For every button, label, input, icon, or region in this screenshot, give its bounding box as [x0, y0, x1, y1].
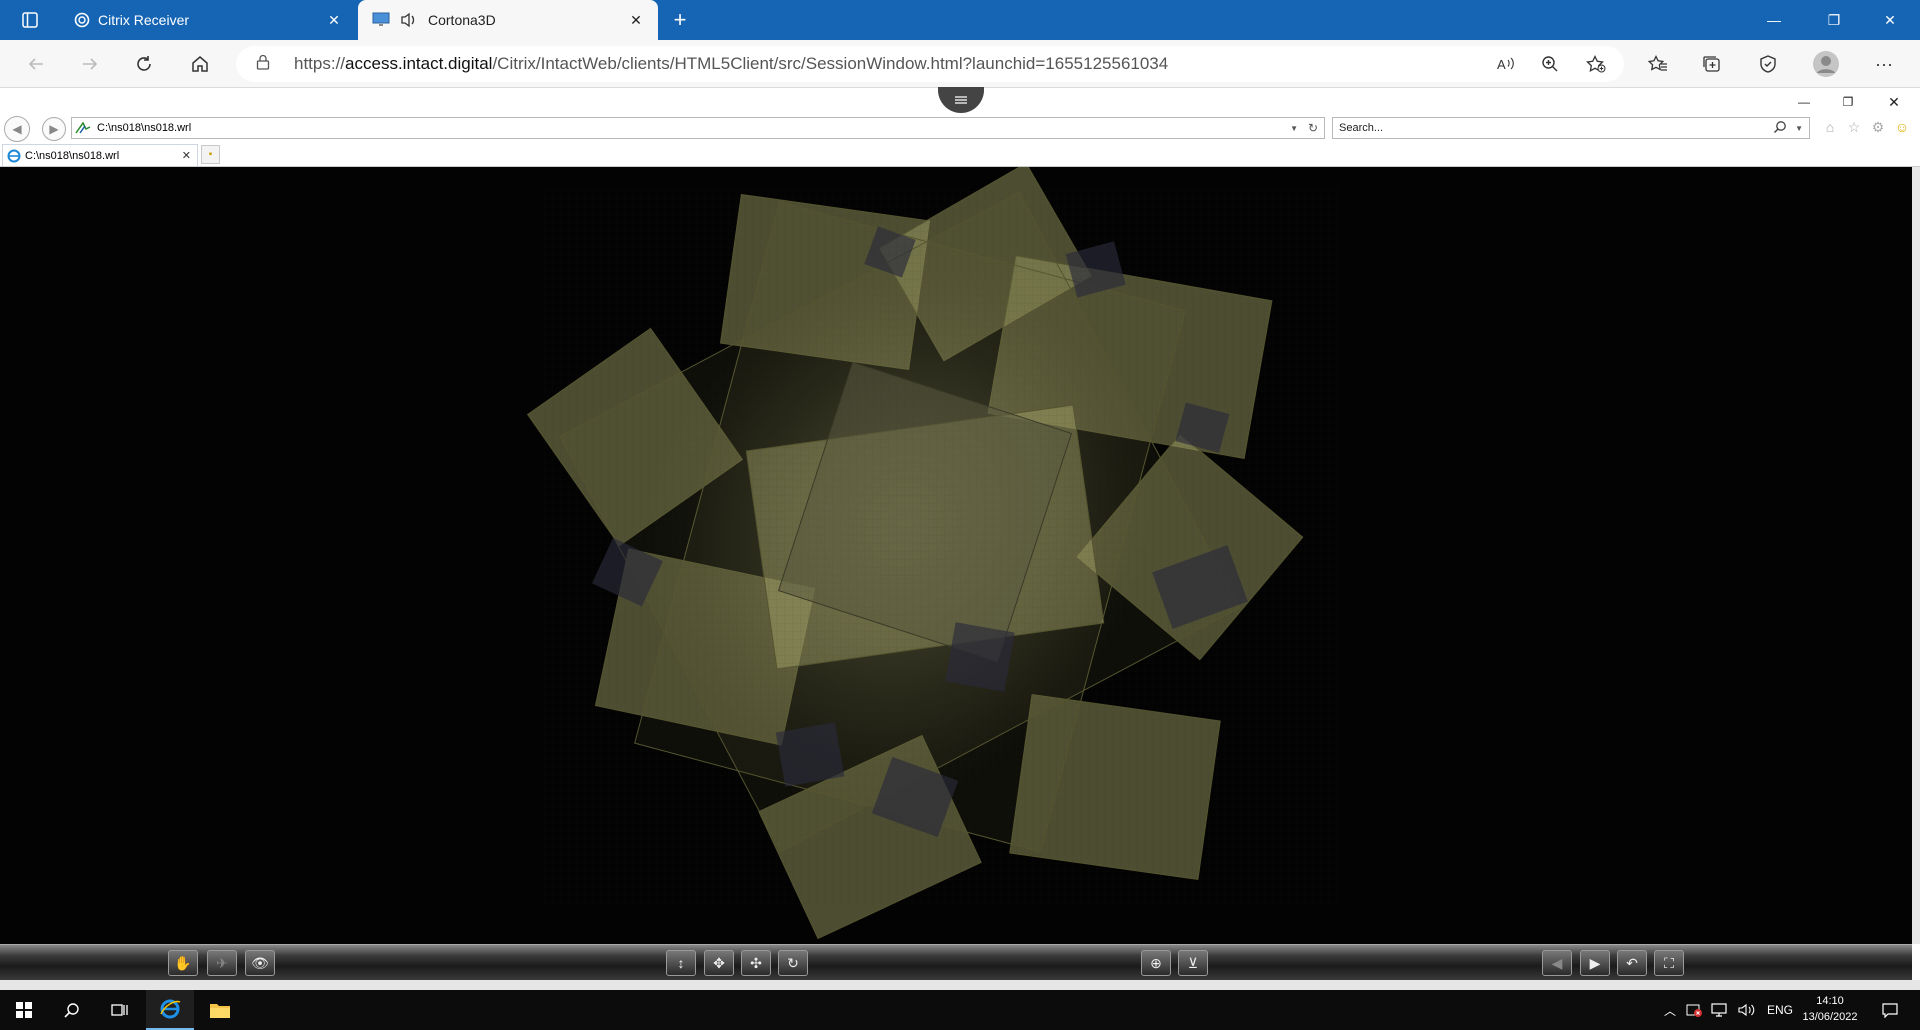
- svg-text:A: A: [1497, 57, 1506, 72]
- ie-new-tab-icon[interactable]: ▪: [201, 145, 220, 164]
- ie-address-text: C:\ns018\ns018.wrl: [97, 122, 192, 134]
- tab-title: Citrix Receiver: [98, 12, 190, 28]
- extension-shield-icon[interactable]: [1750, 48, 1786, 80]
- show-hidden-icons-icon[interactable]: ︿: [1664, 990, 1676, 1030]
- roll-icon[interactable]: ↻: [778, 950, 808, 976]
- vertical-scrollbar[interactable]: [1912, 167, 1920, 944]
- home-icon[interactable]: [182, 48, 218, 80]
- ie-back-icon[interactable]: ◀: [4, 116, 30, 142]
- file-explorer-icon[interactable]: [196, 990, 244, 1030]
- restore-view-icon[interactable]: ↶: [1617, 950, 1647, 976]
- vrml-file-icon: [75, 121, 91, 135]
- ie-address-bar[interactable]: C:\ns018\ns018.wrl ▼ ↻: [71, 117, 1325, 139]
- tab-actions-icon[interactable]: [14, 0, 46, 40]
- network-icon[interactable]: [1710, 990, 1728, 1030]
- ie-minimize-icon[interactable]: —: [1792, 94, 1816, 110]
- volume-icon[interactable]: [1738, 990, 1756, 1030]
- url-scheme: https://: [294, 54, 346, 73]
- next-viewpoint-icon[interactable]: ▶: [1580, 950, 1610, 976]
- ie-search-box[interactable]: Search... ▼: [1332, 117, 1810, 139]
- internet-explorer-icon[interactable]: [146, 990, 194, 1030]
- pan-icon[interactable]: ✥: [704, 950, 734, 976]
- search-dropdown-icon[interactable]: ▼: [1795, 124, 1803, 133]
- search-icon[interactable]: [48, 990, 96, 1030]
- url-text: https://access.intact.digital/Citrix/Int…: [294, 54, 1168, 74]
- clock[interactable]: 14:10 13/06/2022: [1790, 993, 1870, 1029]
- notifications-icon[interactable]: [1882, 990, 1898, 1030]
- close-tab-icon[interactable]: ✕: [626, 10, 646, 30]
- ie-tab-close-icon[interactable]: ✕: [182, 149, 191, 162]
- ie-restore-icon[interactable]: ❐: [1836, 94, 1860, 110]
- minimize-icon[interactable]: —: [1746, 0, 1802, 40]
- ie-refresh-icon[interactable]: ↻: [1308, 121, 1318, 135]
- cortona3d-viewport[interactable]: [0, 167, 1912, 944]
- browser-toolbar: https://access.intact.digital/Citrix/Int…: [0, 40, 1920, 88]
- new-tab-icon[interactable]: +: [664, 0, 696, 40]
- collections-icon[interactable]: [1694, 48, 1730, 80]
- ie-tab-title: C:\ns018\ns018.wrl: [25, 149, 120, 162]
- back-icon[interactable]: [18, 48, 54, 80]
- turn-icon[interactable]: ✣: [741, 950, 771, 976]
- more-options-icon[interactable]: ···: [1866, 48, 1902, 80]
- search-icon[interactable]: [1773, 120, 1787, 137]
- align-icon[interactable]: ⊻: [1178, 950, 1208, 976]
- zoom-icon[interactable]: [1532, 48, 1568, 80]
- security-warning-icon[interactable]: [1686, 990, 1702, 1030]
- ie-settings-icon[interactable]: ⚙: [1869, 118, 1887, 136]
- previous-viewpoint-icon[interactable]: ◀: [1542, 950, 1572, 976]
- goto-icon[interactable]: ⊕: [1141, 950, 1171, 976]
- tab-cortona3d[interactable]: Cortona3D ✕: [358, 0, 658, 40]
- ie-close-icon[interactable]: ✕: [1882, 94, 1906, 110]
- ie-tab-row: [0, 143, 1920, 167]
- ie-forward-icon[interactable]: ▶: [42, 117, 66, 141]
- study-eye-icon[interactable]: 👁: [245, 950, 275, 976]
- address-bar[interactable]: https://access.intact.digital/Citrix/Int…: [236, 46, 1624, 82]
- refresh-icon[interactable]: [126, 48, 162, 80]
- task-view-icon[interactable]: [96, 990, 144, 1030]
- ie-home-icon[interactable]: ⌂: [1821, 118, 1839, 136]
- speaker-icon[interactable]: [400, 12, 418, 28]
- vrml-scene: [526, 167, 1340, 940]
- restore-icon[interactable]: ❐: [1806, 0, 1862, 40]
- windows-taskbar: [0, 990, 1920, 1030]
- close-tab-icon[interactable]: ✕: [324, 10, 344, 30]
- walk-icon[interactable]: ✋: [168, 950, 198, 976]
- ie-favorites-icon[interactable]: ☆: [1845, 118, 1863, 136]
- tab-citrix-receiver[interactable]: Citrix Receiver ✕: [62, 0, 356, 40]
- add-favorite-icon[interactable]: [1578, 48, 1614, 80]
- start-icon[interactable]: [0, 990, 48, 1030]
- dropdown-icon[interactable]: ▼: [1290, 124, 1298, 133]
- clock-time: 14:10: [1816, 995, 1844, 1007]
- tab-title: Cortona3D: [428, 12, 496, 28]
- ie-tab[interactable]: C:\ns018\ns018.wrl ✕: [2, 144, 198, 166]
- favorites-icon[interactable]: [1640, 48, 1676, 80]
- url-path: /Citrix/IntactWeb/clients/HTML5Client/sr…: [492, 54, 1169, 73]
- url-host: access.intact.digital: [345, 54, 493, 73]
- close-window-icon[interactable]: ✕: [1862, 0, 1918, 40]
- ie-search-placeholder: Search...: [1339, 122, 1384, 134]
- forward-icon[interactable]: [72, 48, 108, 80]
- ie-logo-icon: [7, 149, 21, 163]
- profile-avatar[interactable]: [1808, 48, 1844, 80]
- fit-view-icon[interactable]: ⛶: [1654, 950, 1684, 976]
- read-aloud-icon[interactable]: A: [1488, 48, 1524, 80]
- clock-date: 13/06/2022: [1802, 1011, 1858, 1023]
- horizontal-scrollbar[interactable]: [0, 980, 1920, 990]
- ie-feedback-smiley-icon[interactable]: ☺: [1893, 118, 1911, 136]
- plan-icon[interactable]: ↕: [666, 950, 696, 976]
- citrix-icon: [74, 12, 90, 28]
- monitor-icon: [372, 12, 390, 28]
- fly-icon[interactable]: ✈: [207, 950, 237, 976]
- fractal-object: [526, 167, 1340, 940]
- lock-icon[interactable]: [256, 54, 274, 75]
